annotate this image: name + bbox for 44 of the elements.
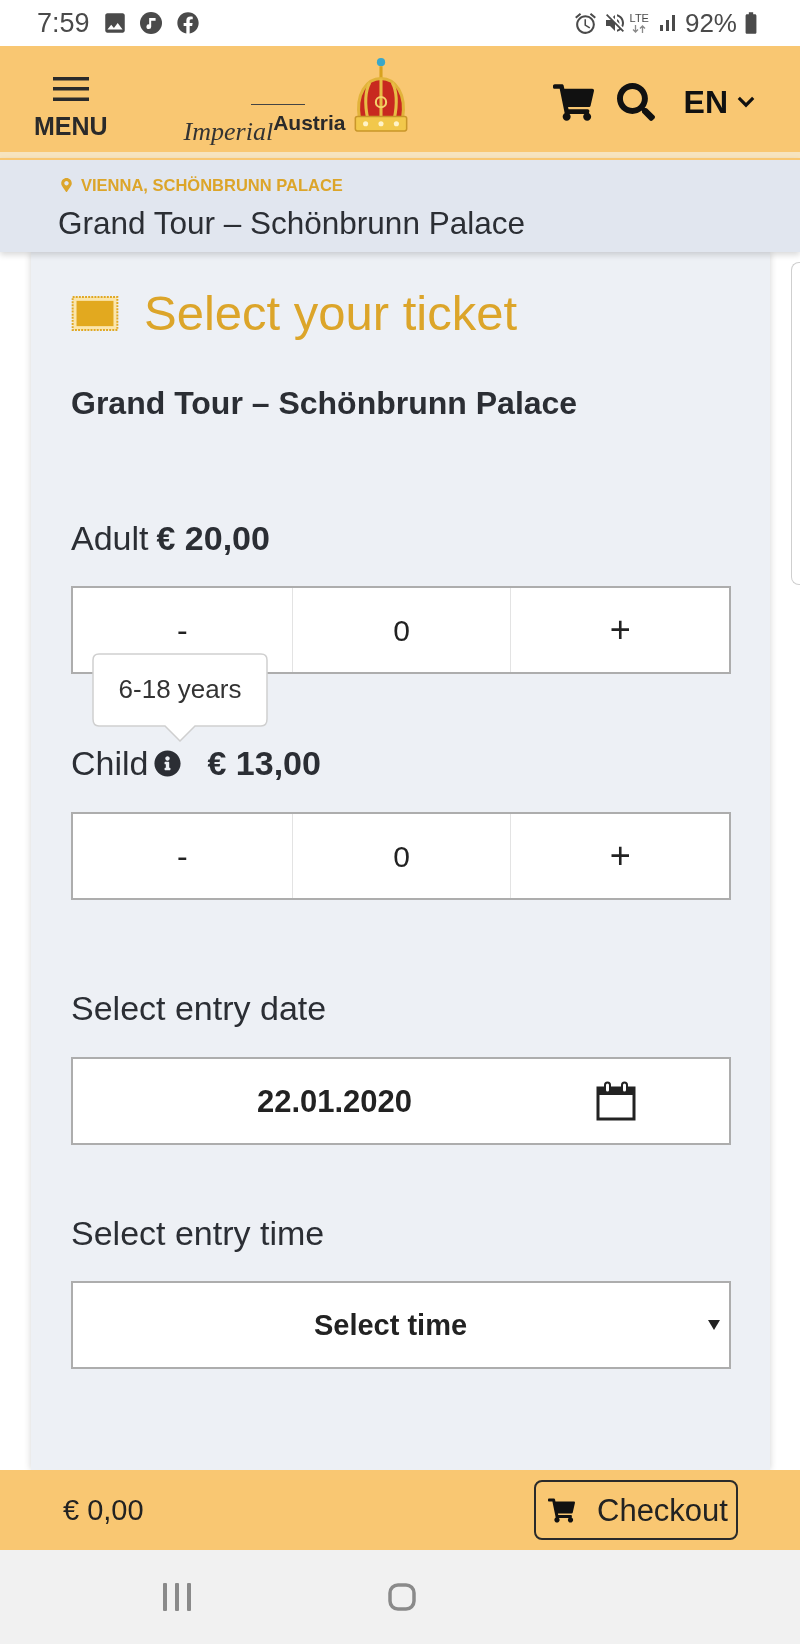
- date-field[interactable]: 22.01.2020: [71, 1057, 731, 1145]
- caret-icon: [708, 1320, 720, 1330]
- tooltip: 6-18 years: [92, 652, 268, 742]
- location-pin-icon: [61, 178, 72, 192]
- ticket-price: € 13,00: [207, 746, 321, 780]
- logo-text: Austria: [273, 112, 346, 133]
- info-icon[interactable]: [154, 749, 182, 777]
- date-label: Select entry date: [71, 991, 327, 1025]
- music-icon: [139, 12, 162, 34]
- date-value: 22.01.2020: [256, 1085, 413, 1117]
- recent-apps-icon[interactable]: [163, 1583, 191, 1611]
- chevron-down-icon: [737, 96, 755, 108]
- location-text: VIENNA, SCHÖNBRUNN PALACE: [81, 176, 343, 194]
- cart-icon: [548, 1497, 575, 1523]
- language-selector[interactable]: EN: [683, 86, 755, 118]
- quantity-field[interactable]: 0: [291, 588, 511, 672]
- calendar-icon: [596, 1081, 636, 1121]
- increment-button[interactable]: +: [510, 814, 729, 898]
- quantity-field[interactable]: 0: [291, 814, 511, 898]
- increment-button[interactable]: +: [510, 588, 729, 672]
- cart-total: € 0,00: [63, 1495, 144, 1525]
- menu-button[interactable]: MENU: [34, 77, 108, 139]
- page-title: Grand Tour – Schönbrunn Palace: [58, 206, 525, 240]
- cart-icon[interactable]: [552, 83, 594, 121]
- search-icon[interactable]: [616, 83, 655, 121]
- data-arrows-icon: [632, 25, 647, 33]
- logo-script-text: Imperial: [183, 119, 274, 145]
- ticket-type-label: Adult: [71, 521, 149, 555]
- decrement-button[interactable]: -: [73, 814, 292, 898]
- menu-icon: [52, 77, 89, 101]
- network-type: LTE: [629, 13, 649, 24]
- time-select[interactable]: Select time: [71, 1281, 731, 1369]
- home-icon[interactable]: [388, 1583, 416, 1611]
- section-heading: Select your ticket: [144, 288, 518, 338]
- ticket-price: € 20,00: [156, 521, 270, 555]
- f-logo-icon: [176, 12, 199, 34]
- status-time: 7:59: [37, 9, 90, 37]
- ticket-type-label: Child: [71, 746, 149, 780]
- time-label: Select entry time: [71, 1216, 325, 1250]
- tour-name: Grand Tour – Schönbrunn Palace: [71, 385, 578, 421]
- battery-level: 92%: [684, 10, 737, 36]
- select-placeholder: Select time: [313, 1310, 468, 1340]
- checkout-button[interactable]: Checkout: [534, 1480, 738, 1540]
- ticket-icon: [71, 295, 119, 331]
